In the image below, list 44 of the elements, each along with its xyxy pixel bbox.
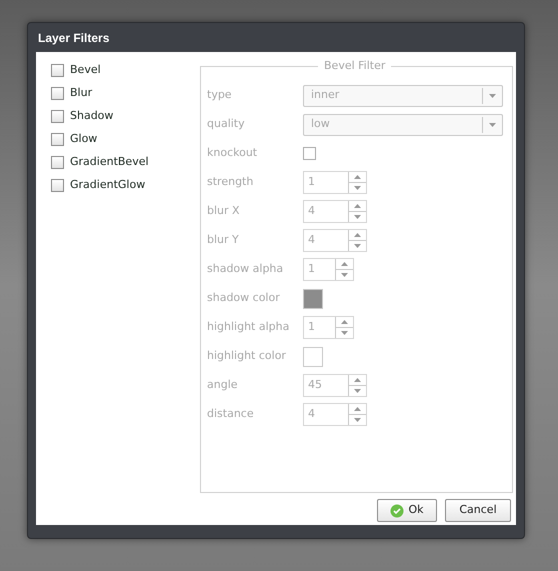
field-label: blur X (207, 203, 241, 220)
field-label: blur Y (207, 232, 240, 248)
field-label: strength (207, 174, 254, 190)
field-label: shadow alpha (207, 261, 284, 278)
checkbox-label: Bevel (70, 62, 101, 78)
field-label: distance (207, 406, 255, 422)
ok-button[interactable]: Ok (377, 499, 437, 522)
window-title: Layer Filters (38, 30, 110, 46)
field-label: quality (207, 116, 246, 132)
down-arrow-icon (354, 186, 361, 190)
down-arrow-icon (354, 418, 361, 422)
down-arrow-icon (341, 331, 348, 335)
check-icon (390, 504, 404, 518)
down-arrow-icon (341, 273, 348, 277)
checkbox[interactable] (51, 156, 64, 168)
down-arrow-icon (354, 215, 361, 219)
checkbox-label: Shadow (70, 108, 114, 124)
up-arrow-icon (354, 204, 361, 208)
checkbox-label: Blur (70, 84, 92, 101)
up-arrow-icon (354, 175, 361, 179)
field-label: type (207, 87, 233, 104)
checkbox[interactable] (51, 86, 64, 100)
up-arrow-icon (354, 378, 361, 382)
field-label: angle (207, 377, 239, 394)
checkbox[interactable] (51, 178, 64, 192)
down-arrow-icon (354, 244, 361, 248)
dropdown-arrow-icon (489, 94, 496, 98)
up-arrow-icon (354, 407, 361, 411)
field-label: knockout (207, 145, 258, 162)
checkbox-label: GradientGlow (70, 176, 146, 193)
down-arrow-icon (354, 389, 361, 393)
checkbox[interactable] (51, 110, 64, 122)
up-arrow-icon (341, 320, 348, 324)
checkbox-label: GradientBevel (70, 154, 149, 170)
up-arrow-icon (354, 233, 361, 237)
field-label: highlight alpha (207, 319, 290, 336)
dropdown-arrow-icon (489, 122, 496, 126)
up-arrow-icon (341, 262, 348, 266)
checkbox[interactable] (51, 64, 64, 76)
field-label: shadow color (207, 290, 281, 306)
cancel-button[interactable]: Cancel (445, 499, 511, 522)
checkbox[interactable] (51, 132, 64, 146)
checkbox-label: Glow (70, 130, 98, 147)
field-label: highlight color (207, 348, 287, 364)
